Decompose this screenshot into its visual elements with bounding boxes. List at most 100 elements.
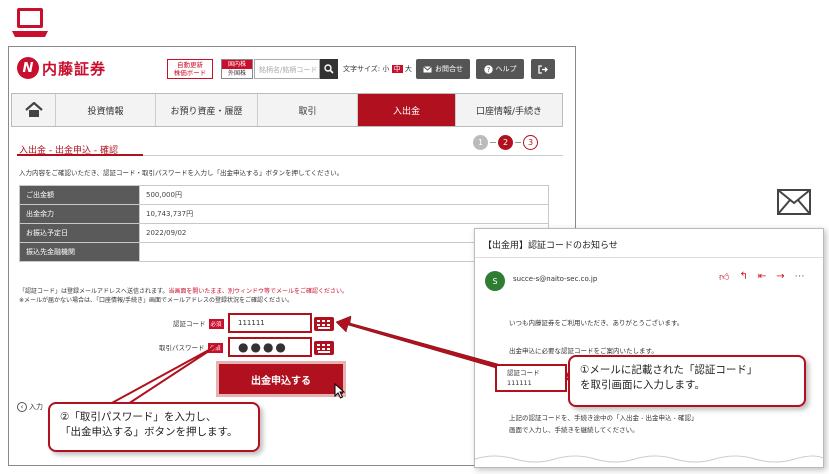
search-icon [324,64,334,74]
row-label: 出金余力 [19,204,140,224]
font-size-small[interactable]: 小 [382,65,389,73]
font-size-control: 文字サイズ: 小 中 大 [343,64,412,74]
tab-deposit-withdrawal[interactable]: 入出金 [358,94,456,126]
callout2-line2: 「出金申込する」ボタンを押します。 [60,426,238,438]
code-label-text: 認証コード [173,320,206,328]
logout-button[interactable] [531,59,555,79]
tab-assets-history[interactable]: お預り資産・履歴 [156,94,258,126]
search-button[interactable] [320,59,338,79]
laptop-icon [12,8,48,37]
callout2-line1: ②「取引パスワード」を入力し、 [60,411,217,423]
forward-icon[interactable]: → [776,271,784,283]
required-badge: 必須 [208,319,224,329]
step-connector [515,142,521,143]
back-label: 入力 [29,403,43,411]
font-size-large[interactable]: 大 [405,65,412,73]
home-tab[interactable] [12,94,56,126]
table-row: お振込予定日 2022/09/02 [19,223,549,243]
reply-icon[interactable]: ↰ [739,271,747,283]
email-body-line1: 上記の認証コードを、手続き途中の「入出金 - 出金申込 - 確認」 [509,414,698,422]
question-icon: ? [483,64,493,74]
step-2: 2 [498,135,513,150]
svg-text:?: ? [486,66,490,74]
tab-account-procedures[interactable]: 口座情報/手続き [456,94,562,126]
step-connector [490,142,496,143]
like-icon[interactable]: 👍︎ [719,271,729,283]
contact-label: お問合せ [435,65,463,73]
font-size-medium[interactable]: 中 [391,65,403,73]
note-line1a: 「認証コード」は登録メールアドレスへ送信されます。 [19,288,169,295]
help-button[interactable]: ? ヘルプ [476,59,524,79]
contact-button[interactable]: お問合せ [416,59,470,79]
note-line1b: 当画面を開いたまま、別ウィンドウ等でメールをご確認ください。 [168,288,348,295]
site-logo[interactable]: N 内藤証券 [17,57,106,79]
more-icon[interactable]: ⋯ [795,271,805,283]
market-domestic: 国内株 [222,60,252,69]
envelope-icon [777,189,811,215]
callout1-line2: を取引画面に入力します。 [580,379,705,391]
stock-search-input[interactable]: 銘柄名/銘柄コード [254,59,320,79]
back-link[interactable]: ‹ 入力 [17,402,43,412]
table-row: 出金余力 10,743,737円 [19,204,549,224]
tab-trading[interactable]: 取引 [258,94,358,126]
trading-password-input[interactable]: ●●●● [228,337,312,357]
row-value: 500,000円 [139,185,549,205]
home-icon [24,102,43,117]
sender-address: succe-s@naito-sec.co.jp [513,275,598,283]
password-label-text: 取引パスワード [159,344,205,352]
torn-edge [475,455,823,467]
intro-text: 入力内容をご確認いただき、認証コード・取引パスワードを入力し「出金申込する」ボタ… [19,169,344,177]
mouse-cursor-icon [334,383,346,399]
row-label: 振込先金融機関 [19,242,140,262]
email-panel: 【出金用】認証コードのお知らせ S succe-s@naito-sec.co.j… [474,228,824,468]
email-greeting: いつも内藤証券をご利用いただき、ありがとうございます。 [509,319,684,327]
main-nav: 投資情報 お預り資産・履歴 取引 入出金 口座情報/手続き [11,93,563,127]
notes: 「認証コード」は登録メールアドレスへ送信されます。当画面を開いたまま、別ウィンド… [19,287,348,305]
withdrawal-details-table: ご出金額 500,000円 出金余力 10,743,737円 お振込予定日 2022/… [19,185,549,262]
site-header: N 内藤証券 自動更新 株価ボード 国内株 外国株 銘柄名/銘柄コード 文字サイ… [9,47,575,87]
callout1-line1: ①メールに記載された「認証コード」 [580,364,758,376]
callout-password-instruction: ②「取引パスワード」を入力し、 「出金申込する」ボタンを押します。 [48,402,260,452]
reply-all-icon[interactable]: ⇤ [758,271,766,283]
logout-icon [538,64,548,74]
callout-code-instruction: ①メールに記載された「認証コード」 を取引画面に入力します。 [568,355,806,407]
sender-avatar: S [485,271,505,291]
auto-update-line2: 株価ボード [173,69,207,77]
keyboard-icon[interactable] [314,317,334,331]
step-3: 3 [523,135,538,150]
note-line2: ※メールが届かない場合は、「口座情報/手続き」画面でメールアドレスの登録状況をご… [19,297,294,304]
email-code-box: 認証コード 111111 [495,364,567,392]
email-body-line2: 画面で入力し、手続きを継続してください。 [509,426,639,434]
title-underline [17,154,143,156]
logo-mark: N [17,57,39,79]
tab-investment-info[interactable]: 投資情報 [56,94,156,126]
font-size-label: 文字サイズ: [343,65,381,73]
table-row: 振込先金融機関 [19,242,549,262]
auto-update-board-button[interactable]: 自動更新 株価ボード [167,59,213,79]
submit-withdrawal-button[interactable]: 出金申込する [216,361,346,397]
password-label: 取引パスワード 必須 [159,342,223,353]
row-value: 10,743,737円 [139,204,549,224]
email-actions: 👍︎ ↰ ⇤ → ⋯ [719,271,805,283]
auto-update-line1: 自動更新 [177,61,203,69]
market-select[interactable]: 国内株 外国株 [221,59,253,79]
step-1: 1 [473,135,488,150]
auth-code-input[interactable]: 111111 [228,313,312,333]
email-subject: 【出金用】認証コードのお知らせ [483,241,618,251]
row-label: ご出金額 [19,185,140,205]
help-label: ヘルプ [495,65,517,73]
email-divider [475,257,823,258]
email-code-value: 111111 [507,379,532,387]
chevron-left-icon: ‹ [17,402,27,412]
keyboard-icon[interactable] [314,341,334,355]
required-badge: 必須 [207,343,223,353]
email-code-label: 認証コード [507,369,540,377]
row-label: お振込予定日 [19,223,140,243]
logo-text: 内藤証券 [42,59,107,78]
table-row: ご出金額 500,000円 [19,185,549,205]
step-indicator: 1 2 3 [473,135,538,150]
market-foreign: 外国株 [227,70,246,77]
email-intro: 出金申込に必要な認証コードをご案内いたします。 [509,347,658,355]
code-label: 認証コード 必須 [173,318,224,329]
envelope-small-icon [423,65,432,72]
